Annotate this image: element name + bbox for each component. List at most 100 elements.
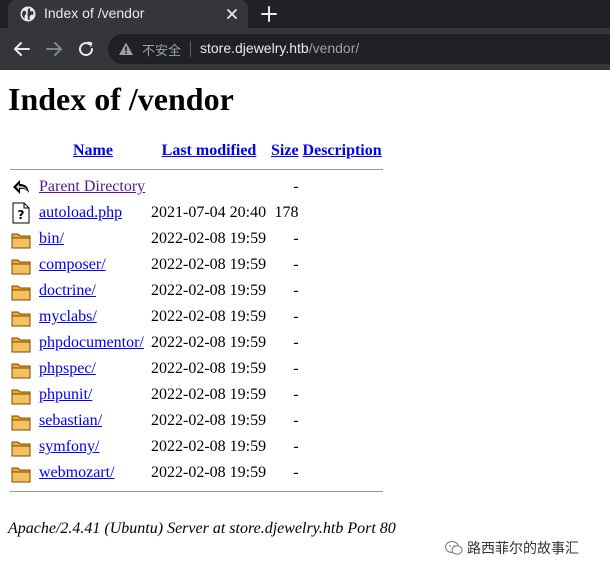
entry-modified: 2022-02-08 19:59 — [151, 360, 267, 377]
tab-title: Index of /vendor — [44, 5, 145, 21]
folder-icon — [11, 259, 31, 275]
entry-modified: 2022-02-08 19:59 — [151, 464, 267, 481]
table-row: myclabs/2022-02-08 19:59 - — [10, 305, 383, 329]
entry-link[interactable]: phpdocumentor/ — [39, 334, 144, 351]
entry-link[interactable]: phpspec/ — [39, 360, 96, 377]
entry-size: - — [293, 412, 299, 429]
table-row: phpunit/2022-02-08 19:59 - — [10, 383, 383, 407]
parent-directory-link[interactable]: Parent Directory — [39, 178, 145, 195]
back-arrow-icon[interactable] — [13, 40, 31, 58]
sort-by-description-link[interactable]: Description — [303, 142, 382, 159]
globe-icon — [20, 6, 36, 22]
file-icon: ? — [12, 202, 30, 224]
entry-link[interactable]: bin/ — [39, 230, 64, 247]
table-row: symfony/2022-02-08 19:59 - — [10, 435, 383, 459]
entry-modified: 2022-02-08 19:59 — [151, 412, 267, 429]
entry-link[interactable]: composer/ — [39, 256, 106, 273]
entry-link[interactable]: doctrine/ — [39, 282, 96, 299]
entry-link[interactable]: sebastian/ — [39, 412, 102, 429]
url-path: /vendor/ — [308, 40, 360, 56]
icon-column-header — [10, 139, 36, 163]
tab-strip: Index of /vendor — [0, 0, 610, 28]
entry-description — [302, 409, 383, 433]
folder-icon — [11, 415, 31, 431]
entry-description — [302, 357, 383, 381]
url-text[interactable]: store.djewelry.htb/vendor/ — [200, 40, 359, 56]
entry-modified: 2022-02-08 19:59 — [151, 386, 267, 403]
folder-icon — [11, 285, 31, 301]
folder-icon — [11, 441, 31, 457]
address-bar[interactable]: 不安全 store.djewelry.htb/vendor/ — [108, 34, 610, 64]
horizontal-rule — [10, 168, 383, 170]
entry-size: - — [293, 334, 299, 351]
back-arrow-icon — [13, 180, 29, 194]
horizontal-rule — [10, 490, 383, 492]
new-tab-plus-icon[interactable] — [260, 5, 278, 23]
parent-size: - — [293, 178, 299, 195]
entry-modified: 2022-02-08 19:59 — [151, 282, 267, 299]
close-icon[interactable] — [224, 6, 240, 22]
entry-description — [302, 383, 383, 407]
listing-header-row: Name Last modified Size Description — [10, 139, 383, 163]
entry-description — [302, 331, 383, 355]
folder-icon — [11, 337, 31, 353]
table-row: composer/2022-02-08 19:59 - — [10, 253, 383, 277]
sort-by-name-link[interactable]: Name — [73, 142, 113, 159]
folder-icon — [11, 311, 31, 327]
entry-modified: 2022-02-08 19:59 — [151, 438, 267, 455]
folder-icon — [11, 363, 31, 379]
entry-description — [302, 435, 383, 459]
page-title: Index of /vendor — [8, 81, 234, 117]
server-signature: Apache/2.4.41 (Ubuntu) Server at store.d… — [8, 520, 396, 537]
parent-directory-row: Parent Directory - — [10, 175, 383, 199]
entry-description — [302, 253, 383, 277]
table-row: phpspec/2022-02-08 19:59 - — [10, 357, 383, 381]
separator-row — [10, 487, 383, 495]
entry-modified: 2022-02-08 19:59 — [151, 230, 267, 247]
omnibox-divider — [190, 41, 191, 57]
browser-toolbar: 不安全 store.djewelry.htb/vendor/ — [0, 28, 610, 70]
table-row: bin/2022-02-08 19:59 - — [10, 227, 383, 251]
entry-link[interactable]: myclabs/ — [39, 308, 97, 325]
page-content: Index of /vendor Name Last modified Size… — [0, 70, 610, 574]
entry-modified: 2022-02-08 19:59 — [151, 256, 267, 273]
folder-icon — [11, 467, 31, 483]
entry-size: - — [293, 386, 299, 403]
directory-listing: Name Last modified Size Description Pare… — [8, 137, 385, 497]
entry-modified: 2022-02-08 19:59 — [151, 308, 267, 325]
entry-link[interactable]: symfony/ — [39, 438, 99, 455]
entry-description — [302, 461, 383, 485]
svg-text:?: ? — [18, 208, 25, 222]
table-row: phpdocumentor/2022-02-08 19:59 - — [10, 331, 383, 355]
url-host: store.djewelry.htb — [200, 40, 309, 56]
entry-description — [302, 279, 383, 303]
table-row: webmozart/2022-02-08 19:59 - — [10, 461, 383, 485]
entry-link[interactable]: phpunit/ — [39, 386, 92, 403]
entry-description — [302, 305, 383, 329]
watermark-text: 路西菲尔的故事汇 — [467, 541, 579, 557]
entry-modified: 2021-07-04 20:40 — [151, 204, 267, 221]
entries-body: ? autoload.php 2021-07-04 20:40 178 bin/2022… — [10, 201, 383, 485]
table-row: sebastian/2022-02-08 19:59 - — [10, 409, 383, 433]
entry-size: - — [293, 256, 299, 273]
entry-size: - — [293, 308, 299, 325]
warning-triangle-icon[interactable] — [118, 41, 134, 57]
entry-size: - — [293, 282, 299, 299]
reload-icon[interactable] — [77, 40, 95, 58]
table-row: ? autoload.php 2021-07-04 20:40 178 — [10, 201, 383, 225]
entry-description — [302, 227, 383, 251]
entry-size: - — [293, 360, 299, 377]
sort-by-size-link[interactable]: Size — [271, 142, 299, 159]
entry-link[interactable]: webmozart/ — [39, 464, 115, 481]
browser-tab[interactable]: Index of /vendor — [8, 0, 248, 28]
entry-description — [302, 201, 383, 225]
entry-modified: 2022-02-08 19:59 — [151, 334, 267, 351]
sort-by-last-modified-link[interactable]: Last modified — [162, 142, 257, 159]
entry-size: - — [293, 464, 299, 481]
security-label[interactable]: 不安全 — [142, 40, 181, 59]
folder-icon — [11, 233, 31, 249]
forward-arrow-icon[interactable] — [45, 40, 63, 58]
entry-link[interactable]: autoload.php — [39, 204, 122, 221]
entry-size: - — [293, 438, 299, 455]
folder-icon — [11, 389, 31, 405]
